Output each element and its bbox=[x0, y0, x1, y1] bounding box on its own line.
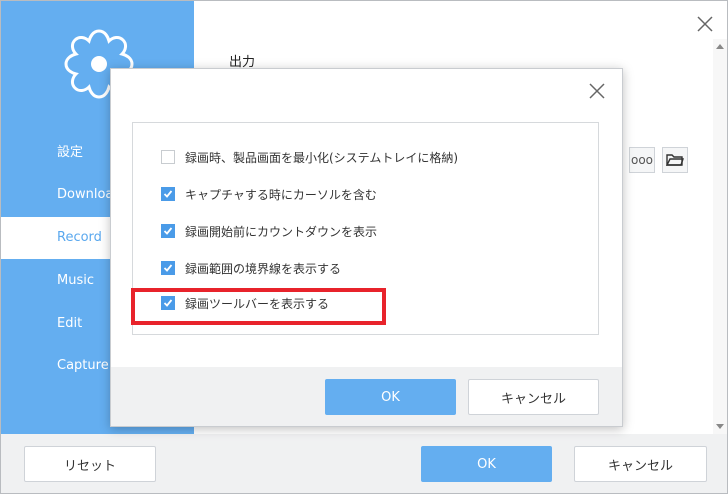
option-include-cursor[interactable]: キャプチャする時にカーソルを含む bbox=[161, 184, 377, 204]
checkbox-checked[interactable] bbox=[161, 187, 175, 201]
dialog-cancel-button[interactable]: キャンセル bbox=[468, 379, 599, 415]
option-minimize-to-tray[interactable]: 録画時、製品画面を最小化(システムトレイに格納) bbox=[161, 147, 458, 167]
option-label: 録画範囲の境界線を表示する bbox=[185, 261, 342, 276]
option-label: キャプチャする時にカーソルを含む bbox=[185, 187, 377, 202]
dialog-close-icon[interactable] bbox=[589, 83, 605, 99]
highlight-box bbox=[131, 288, 386, 325]
checkbox-checked[interactable] bbox=[161, 261, 175, 275]
checkbox[interactable] bbox=[161, 150, 175, 164]
cancel-button[interactable]: キャンセル bbox=[574, 446, 707, 482]
more-options-button[interactable]: ooo bbox=[629, 147, 655, 173]
open-folder-button[interactable] bbox=[662, 147, 688, 173]
option-countdown[interactable]: 録画開始前にカウントダウンを表示 bbox=[161, 221, 377, 241]
checkbox-checked[interactable] bbox=[161, 224, 175, 238]
checkmark-icon bbox=[163, 227, 173, 235]
option-label: 録画時、製品画面を最小化(システムトレイに格納) bbox=[185, 150, 459, 165]
checkmark-icon bbox=[163, 190, 173, 198]
option-label: 録画開始前にカウントダウンを表示 bbox=[185, 224, 378, 239]
dialog-ok-button[interactable]: OK bbox=[325, 379, 456, 415]
record-options-dialog: 録画時、製品画面を最小化(システムトレイに格納) キャプチャする時にカーソルを含… bbox=[110, 68, 623, 427]
dialog-footer: OK キャンセル bbox=[111, 367, 622, 426]
scroll-up-icon[interactable] bbox=[716, 44, 724, 49]
reset-button[interactable]: リセット bbox=[24, 446, 156, 482]
more-icon: ooo bbox=[630, 153, 654, 167]
close-icon[interactable] bbox=[696, 15, 714, 33]
checkmark-icon bbox=[163, 264, 173, 272]
footer: リセット OK キャンセル bbox=[1, 434, 727, 493]
scroll-down-icon[interactable] bbox=[716, 424, 724, 429]
scrollbar[interactable] bbox=[713, 39, 727, 434]
folder-icon bbox=[666, 154, 684, 166]
option-show-border[interactable]: 録画範囲の境界線を表示する bbox=[161, 258, 341, 278]
ok-button[interactable]: OK bbox=[421, 446, 552, 482]
